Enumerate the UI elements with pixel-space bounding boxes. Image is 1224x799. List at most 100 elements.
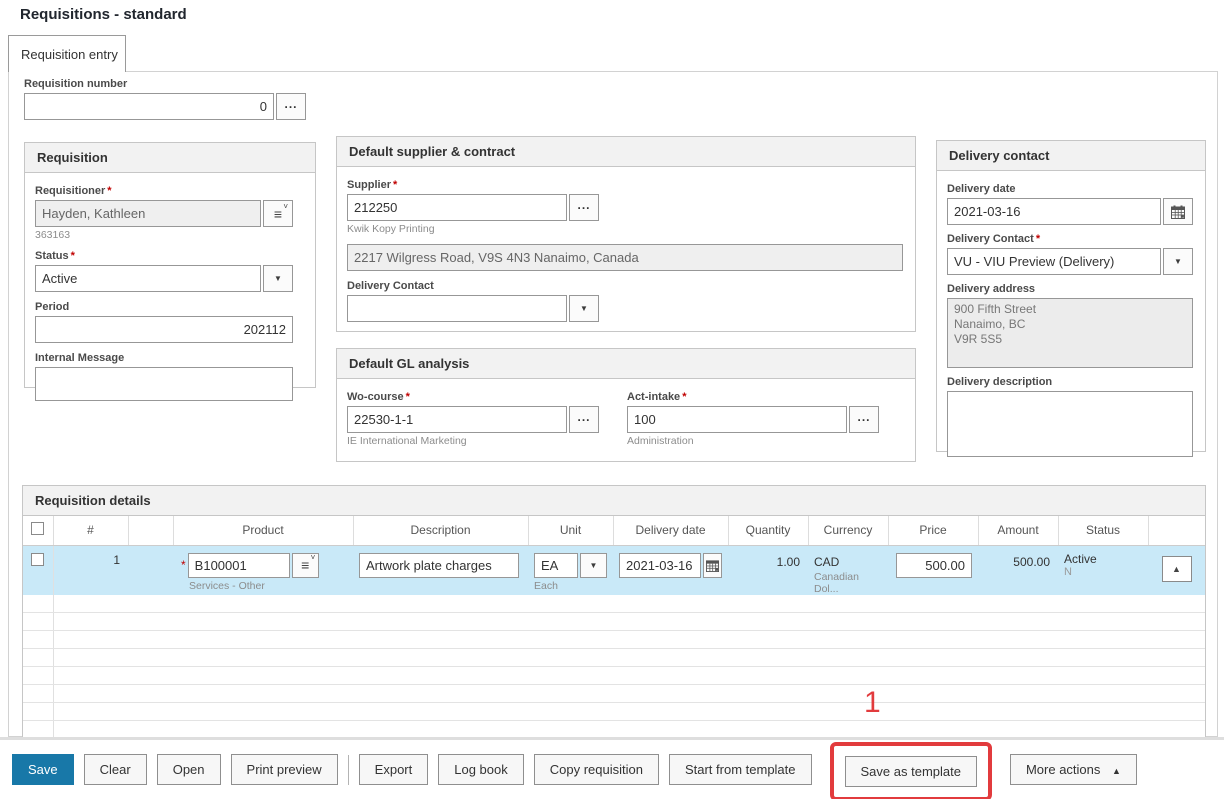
quantity-value: 1.00 bbox=[728, 545, 808, 595]
internal-message-textarea[interactable] bbox=[35, 367, 293, 401]
delivery-section-title: Delivery contact bbox=[937, 141, 1205, 171]
wo-course-description: IE International Marketing bbox=[347, 435, 599, 447]
required-asterisk: * bbox=[406, 391, 410, 403]
row-delivery-date-input[interactable] bbox=[619, 553, 701, 578]
period-input[interactable] bbox=[35, 316, 293, 343]
table-row[interactable]: 1 * ≡˅ Services - Other bbox=[23, 545, 1205, 595]
price-input[interactable] bbox=[896, 553, 972, 578]
product-input[interactable] bbox=[188, 553, 290, 578]
select-all-cell bbox=[23, 516, 53, 545]
wo-course-input[interactable] bbox=[347, 406, 567, 433]
col-header-price: Price bbox=[888, 516, 978, 545]
typeahead-icon: ≡˅ bbox=[301, 558, 309, 572]
requisition-entry-page: Requisitions - standard Requisition entr… bbox=[0, 0, 1224, 799]
export-button[interactable]: Export bbox=[359, 754, 429, 785]
open-button[interactable]: Open bbox=[157, 754, 221, 785]
wo-course-label: Wo-course* bbox=[347, 391, 599, 403]
calendar-icon bbox=[1171, 205, 1185, 219]
more-actions-button[interactable]: More actions ▲ bbox=[1010, 754, 1137, 785]
empty-grid-row bbox=[23, 685, 1205, 703]
currency-helper: Canadian Dol... bbox=[814, 571, 882, 595]
col-header-num: # bbox=[53, 516, 128, 545]
currency-value: CAD bbox=[814, 555, 882, 569]
required-asterisk: * bbox=[393, 179, 397, 191]
select-all-checkbox[interactable] bbox=[31, 522, 44, 535]
col-header-amount: Amount bbox=[978, 516, 1058, 545]
row-checkbox[interactable] bbox=[31, 553, 44, 566]
copy-requisition-button[interactable]: Copy requisition bbox=[534, 754, 659, 785]
action-bar: Save Clear Open Print preview Export Log… bbox=[0, 737, 1224, 799]
triangle-up-icon: ▲ bbox=[1172, 564, 1181, 574]
supplier-input[interactable] bbox=[347, 194, 567, 221]
requisition-number-browse-button[interactable]: ... bbox=[276, 93, 306, 120]
chevron-down-icon: ▼ bbox=[590, 561, 598, 570]
requisitioner-typeahead-button[interactable]: ≡˅ bbox=[263, 200, 293, 227]
ellipsis-icon: ... bbox=[284, 97, 297, 111]
delivery-date-input[interactable] bbox=[947, 198, 1161, 225]
delivery-description-textarea[interactable] bbox=[947, 391, 1193, 457]
empty-grid-row bbox=[23, 649, 1205, 667]
col-header-quantity: Quantity bbox=[728, 516, 808, 545]
description-input[interactable] bbox=[359, 553, 519, 578]
triangle-up-icon: ▲ bbox=[1112, 766, 1121, 776]
col-header-description: Description bbox=[353, 516, 528, 545]
delivery-contact-label: Delivery Contact bbox=[347, 280, 905, 292]
delivery-address-label: Delivery address bbox=[947, 283, 1195, 295]
delivery-date-label: Delivery date bbox=[947, 183, 1195, 195]
act-intake-browse-button[interactable]: ... bbox=[849, 406, 879, 433]
act-intake-input[interactable] bbox=[627, 406, 847, 433]
tab-requisition-entry[interactable]: Requisition entry bbox=[8, 35, 126, 72]
supplier-browse-button[interactable]: ... bbox=[569, 194, 599, 221]
col-header-status: Status bbox=[1058, 516, 1148, 545]
required-asterisk: * bbox=[181, 558, 186, 572]
status-dropdown-button[interactable]: ▼ bbox=[263, 265, 293, 292]
period-label: Period bbox=[35, 301, 305, 313]
unit-dropdown-button[interactable]: ▼ bbox=[580, 553, 607, 578]
clear-button[interactable]: Clear bbox=[84, 754, 147, 785]
row-collapse-button[interactable]: ▲ bbox=[1162, 556, 1192, 582]
internal-message-label: Internal Message bbox=[35, 352, 305, 364]
delivery-date-calendar-button[interactable] bbox=[1163, 198, 1193, 225]
delivery-contact2-dropdown-button[interactable]: ▼ bbox=[1163, 248, 1193, 275]
ellipsis-icon: ... bbox=[577, 198, 590, 212]
typeahead-icon: ≡˅ bbox=[274, 207, 282, 221]
delivery-description-label: Delivery description bbox=[947, 376, 1195, 388]
save-button[interactable]: Save bbox=[12, 754, 74, 785]
grid-header-row: # Product Description Unit Delivery date… bbox=[23, 516, 1205, 545]
log-book-button[interactable]: Log book bbox=[438, 754, 524, 785]
requisitioner-id: 363163 bbox=[35, 229, 305, 241]
status-label: Status* bbox=[35, 250, 305, 262]
required-asterisk: * bbox=[1036, 233, 1040, 245]
start-from-template-button[interactable]: Start from template bbox=[669, 754, 812, 785]
act-intake-description: Administration bbox=[627, 435, 879, 447]
empty-grid-row bbox=[23, 721, 1205, 739]
supplier-address-input bbox=[347, 244, 903, 271]
status-select[interactable] bbox=[35, 265, 261, 292]
annotation-step-number: 1 bbox=[864, 686, 881, 720]
requisitioner-label: Requisitioner* bbox=[35, 185, 305, 197]
details-section-title: Requisition details bbox=[23, 486, 1205, 516]
supplier-section-title: Default supplier & contract bbox=[337, 137, 915, 167]
col-header-unit: Unit bbox=[528, 516, 613, 545]
requisitioner-input bbox=[35, 200, 261, 227]
col-header-blank bbox=[128, 516, 173, 545]
unit-select[interactable] bbox=[534, 553, 578, 578]
delivery-contact-dropdown-button[interactable]: ▼ bbox=[569, 295, 599, 322]
required-asterisk: * bbox=[107, 185, 111, 197]
empty-grid-row bbox=[23, 613, 1205, 631]
print-preview-button[interactable]: Print preview bbox=[231, 754, 338, 785]
delivery-contact-select[interactable] bbox=[347, 295, 567, 322]
annotation-highlight-box: Save as template bbox=[830, 742, 992, 799]
col-header-actions bbox=[1148, 516, 1205, 545]
gl-analysis-section-title: Default GL analysis bbox=[337, 349, 915, 379]
wo-course-browse-button[interactable]: ... bbox=[569, 406, 599, 433]
calendar-icon bbox=[706, 559, 719, 572]
save-as-template-button[interactable]: Save as template bbox=[845, 756, 977, 787]
row-delivery-date-calendar-button[interactable] bbox=[703, 553, 722, 578]
tab-label: Requisition entry bbox=[21, 47, 118, 62]
col-header-product: Product bbox=[173, 516, 353, 545]
supplier-label: Supplier* bbox=[347, 179, 905, 191]
requisition-number-input[interactable] bbox=[24, 93, 274, 120]
delivery-contact2-select[interactable] bbox=[947, 248, 1161, 275]
product-typeahead-button[interactable]: ≡˅ bbox=[292, 553, 319, 578]
